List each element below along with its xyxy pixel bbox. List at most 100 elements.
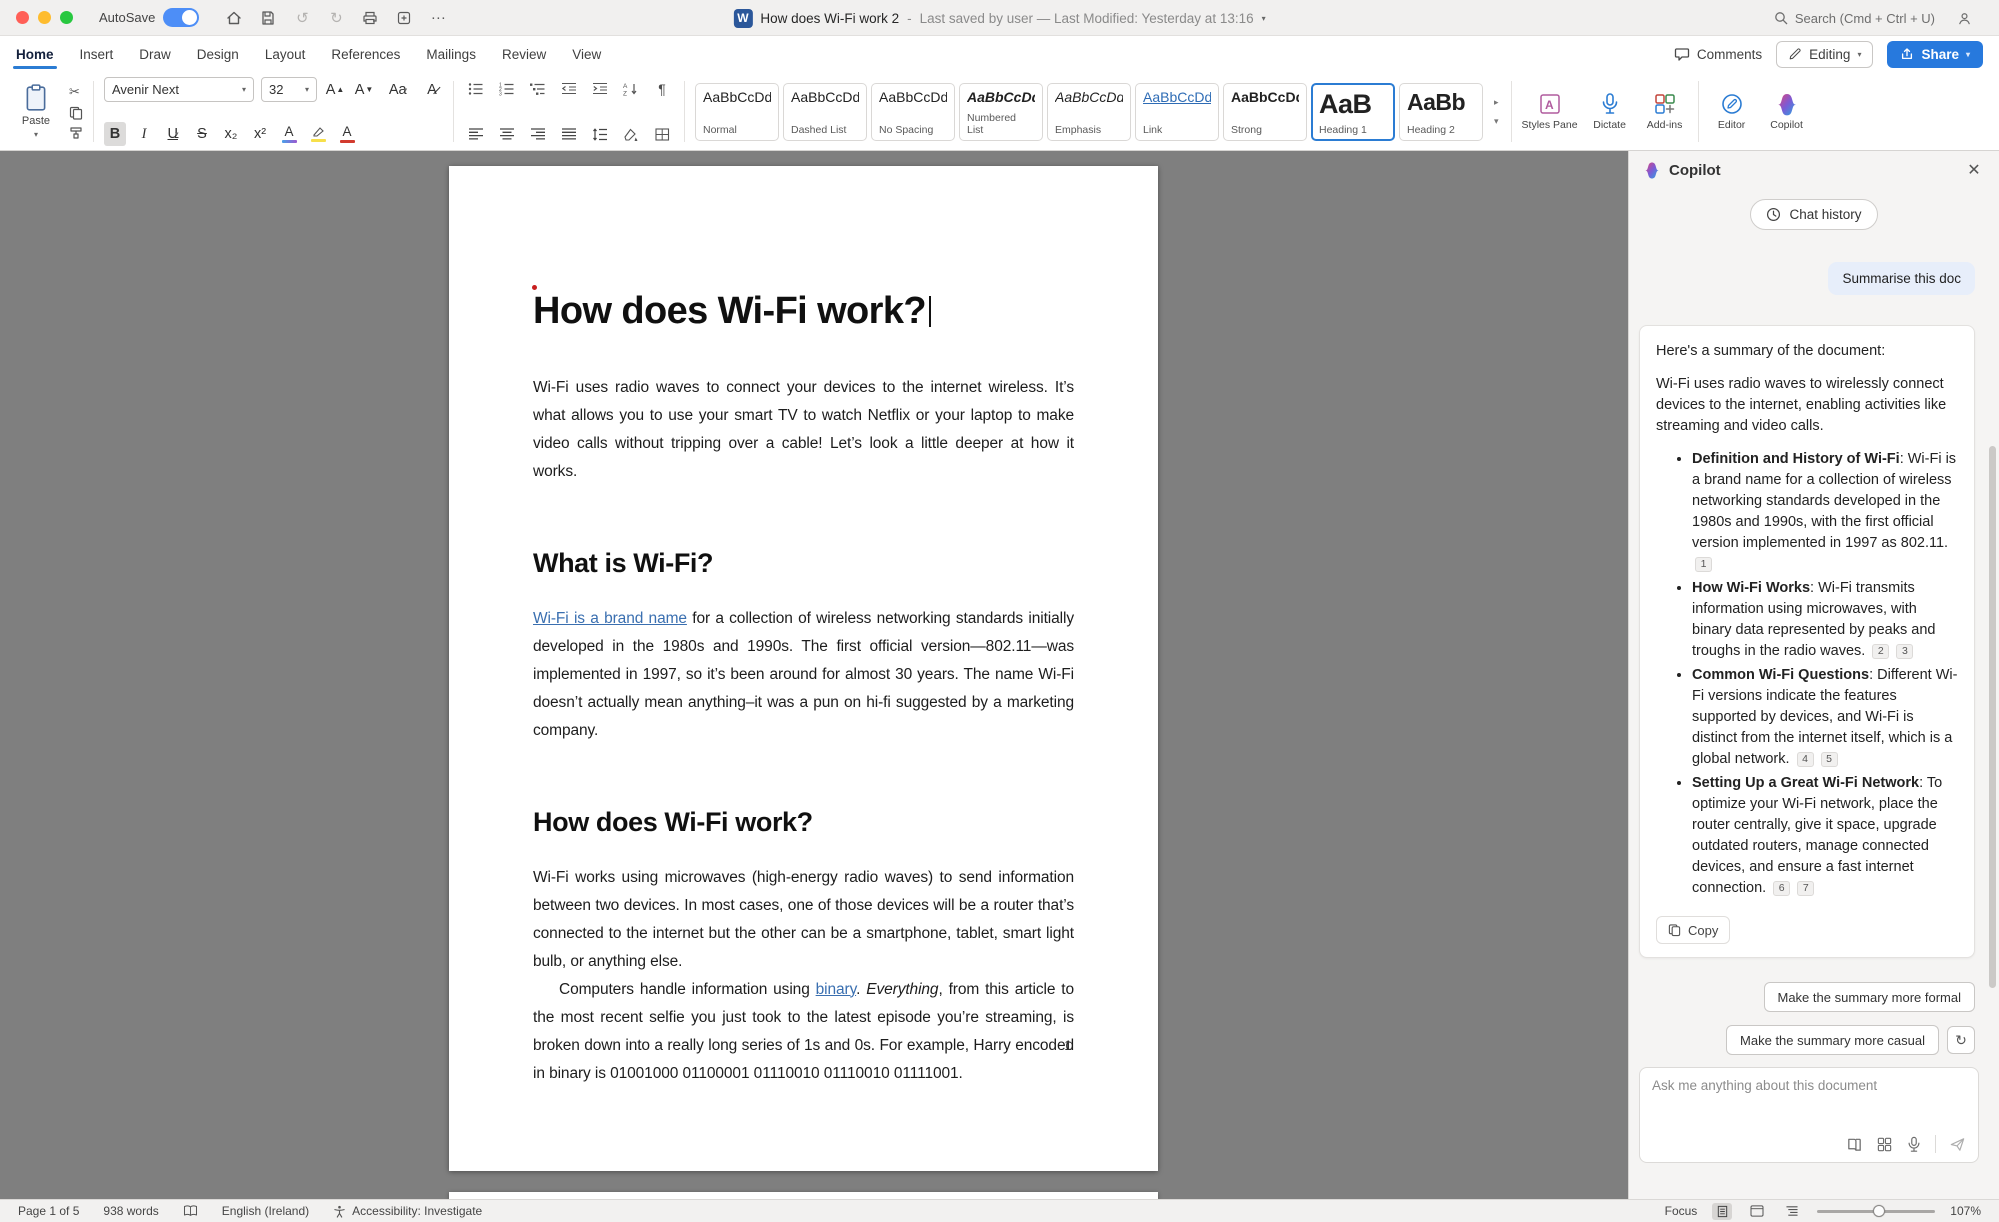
align-center-icon[interactable] — [495, 122, 519, 146]
format-painter-icon[interactable] — [69, 126, 83, 140]
increase-indent-icon[interactable] — [588, 77, 612, 101]
title-chevron-icon[interactable]: ▾ — [1262, 14, 1266, 23]
clear-formatting-icon[interactable]: A̷ — [421, 78, 443, 102]
justify-icon[interactable] — [557, 122, 581, 146]
tab-home[interactable]: Home — [16, 36, 54, 72]
style-strong[interactable]: AaBbCcDdStrong — [1223, 83, 1307, 141]
chip-formal-label[interactable]: Make the summary more formal — [1764, 982, 1976, 1012]
numbering-icon[interactable]: 123 — [495, 77, 519, 101]
paste-button[interactable]: Paste ▾ — [10, 84, 62, 139]
shading-icon[interactable] — [619, 122, 643, 146]
outline-view-icon[interactable] — [1782, 1203, 1802, 1220]
decrease-indent-icon[interactable] — [557, 77, 581, 101]
style-dashed-list[interactable]: AaBbCcDdIDashed List — [783, 83, 867, 141]
doc-paragraph-what[interactable]: Wi-Fi is a brand name for a collection o… — [533, 605, 1074, 745]
tab-insert[interactable]: Insert — [80, 36, 114, 72]
undo-icon[interactable]: ↺ — [289, 6, 315, 30]
language-indicator[interactable]: English (Ireland) — [222, 1204, 309, 1218]
underline-button[interactable]: U▾ — [162, 122, 184, 146]
regenerate-icon[interactable]: ↻ — [1947, 1026, 1975, 1054]
doc-heading-how[interactable]: How does Wi-Fi work? — [533, 807, 1074, 838]
copy-icon[interactable] — [69, 106, 83, 120]
citation-chip[interactable]: 5 — [1821, 752, 1838, 767]
align-left-icon[interactable] — [464, 122, 488, 146]
citation-chip[interactable]: 2 — [1872, 644, 1889, 659]
document-canvas[interactable]: How does Wi-Fi work? Wi-Fi uses radio wa… — [0, 151, 1628, 1199]
doc-paragraph-how[interactable]: Wi-Fi works using microwaves (high-energ… — [533, 864, 1074, 976]
tab-mailings[interactable]: Mailings — [426, 36, 476, 72]
strikethrough-button[interactable]: S — [191, 122, 213, 146]
style-heading-2[interactable]: AaBbHeading 2 — [1399, 83, 1483, 141]
print-layout-view-icon[interactable] — [1712, 1203, 1732, 1220]
grow-font-icon[interactable]: A▲ — [324, 78, 346, 102]
gallery-scroll-buttons[interactable]: ▸▾ — [1492, 77, 1501, 146]
proofing-status[interactable] — [183, 1205, 198, 1217]
gallery-expand-icon[interactable]: ▾ — [1494, 116, 1499, 127]
mic-icon[interactable] — [1906, 1136, 1922, 1153]
text-effects-button[interactable]: A — [278, 122, 300, 146]
suggestion-chip-casual[interactable]: Make the summary more casual ↻ — [1726, 1025, 1975, 1055]
home-icon[interactable] — [221, 6, 247, 30]
document-page[interactable]: How does Wi-Fi work? Wi-Fi uses radio wa… — [449, 166, 1158, 1171]
copilot-input-box[interactable] — [1639, 1067, 1979, 1163]
doc-heading-what[interactable]: What is Wi-Fi? — [533, 548, 1074, 579]
citation-chip[interactable]: 7 — [1797, 881, 1814, 896]
bullets-icon[interactable] — [464, 77, 488, 101]
web-layout-view-icon[interactable] — [1747, 1203, 1767, 1220]
quick-actions-icon[interactable] — [391, 6, 417, 30]
style-emphasis[interactable]: AaBbCcDdIEmphasis — [1047, 83, 1131, 141]
prompt-guide-icon[interactable] — [1846, 1136, 1863, 1153]
editor-button[interactable]: Editor — [1709, 77, 1755, 146]
comments-button[interactable]: Comments — [1674, 46, 1762, 62]
panel-scrollbar[interactable] — [1989, 446, 1996, 988]
bold-button[interactable]: B — [104, 122, 126, 146]
citation-chip[interactable]: 1 — [1695, 557, 1712, 572]
tab-draw[interactable]: Draw — [139, 36, 171, 72]
change-case-icon[interactable]: Aa▾ — [382, 78, 414, 102]
editing-mode-button[interactable]: Editing ▾ — [1776, 41, 1873, 68]
save-icon[interactable] — [255, 6, 281, 30]
print-icon[interactable] — [357, 6, 383, 30]
doc-title[interactable]: How does Wi-Fi work? — [533, 290, 1074, 334]
copilot-input[interactable] — [1652, 1078, 1966, 1093]
font-color-button[interactable]: A — [336, 122, 358, 146]
dictate-button[interactable]: Dictate — [1587, 77, 1633, 146]
tab-view[interactable]: View — [572, 36, 601, 72]
suggestion-chip-formal[interactable]: Make the summary more formal — [1764, 982, 1976, 1012]
citation-chip[interactable]: 6 — [1773, 881, 1790, 896]
autosave-toggle[interactable] — [163, 8, 199, 27]
borders-icon[interactable] — [650, 122, 674, 146]
gallery-next-icon[interactable]: ▸ — [1494, 97, 1499, 108]
style-heading-1[interactable]: AaBHeading 1 — [1311, 83, 1395, 141]
doc-link-brand-name[interactable]: Wi-Fi is a brand name — [533, 610, 687, 627]
search-field[interactable]: Search (Cmd + Ctrl + U) — [1774, 11, 1935, 26]
tab-design[interactable]: Design — [197, 36, 239, 72]
redo-icon[interactable]: ↻ — [323, 6, 349, 30]
style-no-spacing[interactable]: AaBbCcDdINo Spacing — [871, 83, 955, 141]
sort-icon[interactable]: AZ — [619, 77, 643, 101]
copilot-ribbon-button[interactable]: Copilot — [1764, 77, 1810, 146]
chat-history-button[interactable]: Chat history — [1750, 199, 1877, 230]
style-link[interactable]: AaBbCcDdILink — [1135, 83, 1219, 141]
shrink-font-icon[interactable]: A▼ — [353, 78, 375, 102]
zoom-window-button[interactable] — [60, 11, 73, 24]
close-copilot-icon[interactable]: ✕ — [1963, 159, 1985, 181]
show-paragraph-marks-icon[interactable]: ¶ — [650, 77, 674, 101]
accessibility-status[interactable]: Accessibility: Investigate — [333, 1204, 482, 1218]
align-right-icon[interactable] — [526, 122, 550, 146]
citation-chip[interactable]: 3 — [1896, 644, 1913, 659]
multilevel-list-icon[interactable] — [526, 77, 550, 101]
font-name-combo[interactable]: Avenir Next ▾ — [104, 77, 254, 102]
subscript-button[interactable]: x₂ — [220, 122, 242, 146]
copy-button[interactable]: Copy — [1656, 916, 1730, 944]
addins-button[interactable]: Add-ins — [1642, 77, 1688, 146]
doc-paragraph-intro[interactable]: Wi-Fi uses radio waves to connect your d… — [533, 374, 1074, 486]
apps-icon[interactable] — [1876, 1136, 1893, 1153]
page-indicator[interactable]: Page 1 of 5 — [18, 1204, 79, 1218]
doc-link-binary[interactable]: binary — [816, 981, 856, 998]
citation-chip[interactable]: 4 — [1797, 752, 1814, 767]
superscript-button[interactable]: x² — [249, 122, 271, 146]
tab-review[interactable]: Review — [502, 36, 546, 72]
focus-mode-button[interactable]: Focus — [1665, 1204, 1698, 1218]
tab-references[interactable]: References — [331, 36, 400, 72]
